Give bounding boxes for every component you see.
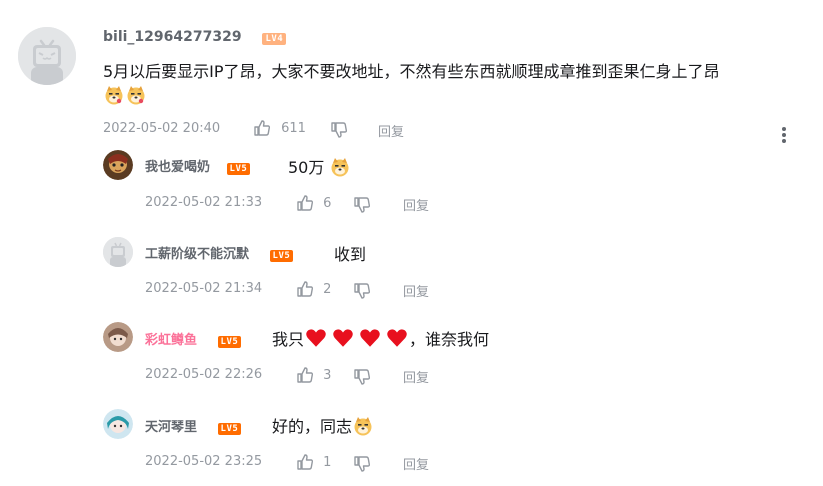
- reply-timestamp: 2022-05-02 21:33: [145, 195, 263, 210]
- heart-icon: [304, 329, 328, 349]
- doge-emoji-icon: [126, 85, 146, 105]
- reply-avatar[interactable]: [103, 150, 133, 180]
- level-badge: LV5: [217, 423, 242, 435]
- thumbs-up-icon: [297, 453, 314, 470]
- dislike-button[interactable]: [353, 366, 371, 386]
- thumbs-up-icon: [297, 280, 314, 297]
- reply-text: 我只 ，谁奈我何: [272, 326, 489, 350]
- reply-avatar[interactable]: [103, 322, 133, 352]
- like-button[interactable]: 6: [296, 192, 331, 212]
- level-badge: LV5: [217, 336, 242, 348]
- reply-username[interactable]: 工薪阶级不能沉默 LV5: [145, 243, 294, 262]
- dislike-button[interactable]: [353, 453, 371, 473]
- thumbs-down-icon: [331, 121, 348, 138]
- like-button[interactable]: 3: [296, 364, 331, 384]
- reply-timestamp: 2022-05-02 21:34: [145, 281, 263, 296]
- reply-timestamp: 2022-05-02 23:25: [145, 454, 263, 469]
- like-count: 3: [323, 368, 332, 383]
- thumbs-down-icon: [354, 368, 371, 385]
- reply-text: 收到: [334, 245, 367, 264]
- reply-username-text[interactable]: 我也爱喝奶: [145, 160, 210, 175]
- heart-icon: [355, 329, 382, 349]
- reply-button[interactable]: 回复: [403, 367, 429, 386]
- reply-timestamp: 2022-05-02 22:26: [145, 367, 263, 382]
- more-options-icon[interactable]: [777, 125, 791, 147]
- reply-text: 好的，同志: [272, 413, 374, 437]
- main-timestamp: 2022-05-02 20:40: [103, 121, 221, 136]
- level-badge: LV4: [262, 33, 287, 45]
- reply-button[interactable]: 回复: [378, 121, 404, 140]
- like-button[interactable]: 1: [296, 451, 331, 471]
- heart-icon: [382, 329, 409, 349]
- reply-username-vip[interactable]: 彩虹鳟鱼 LV5: [145, 329, 242, 348]
- dislike-button[interactable]: [330, 119, 348, 139]
- thumbs-down-icon: [354, 455, 371, 472]
- doge-emoji-icon: [330, 157, 350, 177]
- like-button[interactable]: 2: [296, 278, 331, 298]
- thumbs-up-icon: [297, 194, 314, 211]
- reply-username-text[interactable]: 工薪阶级不能沉默: [145, 247, 249, 262]
- reply-text-body: ，谁奈我何: [409, 330, 490, 349]
- like-button[interactable]: 611: [253, 117, 306, 137]
- main-comment-text: 5月以后要显示IP了昂，大家不要改地址，不然有些东西就顺理成章推到歪果仁身上了昂: [103, 60, 793, 108]
- reply-avatar[interactable]: [103, 237, 133, 267]
- level-badge: LV5: [269, 250, 294, 262]
- reply-username[interactable]: 天河琴里 LV5: [145, 416, 242, 435]
- reply-text-body: 50万: [288, 158, 325, 177]
- main-username[interactable]: bili_12964277329 LV4: [103, 29, 287, 45]
- thumbs-down-icon: [354, 282, 371, 299]
- bilibili-tv-icon: [18, 27, 76, 85]
- doge-emoji-icon: [353, 416, 373, 436]
- reply-text-body: 好的，同志: [272, 417, 353, 436]
- reply-button[interactable]: 回复: [403, 454, 429, 473]
- reply-avatar[interactable]: [103, 409, 133, 439]
- thumbs-up-icon: [297, 366, 314, 383]
- like-count: 611: [281, 121, 306, 136]
- reply-text-body: 我只: [272, 330, 305, 349]
- main-username-text[interactable]: bili_12964277329: [103, 29, 242, 45]
- like-count: 1: [323, 455, 332, 470]
- heart-icon: [328, 329, 355, 349]
- main-avatar[interactable]: [18, 27, 76, 85]
- thumbs-down-icon: [354, 196, 371, 213]
- reply-username[interactable]: 我也爱喝奶 LV5: [145, 156, 251, 175]
- like-count: 6: [323, 196, 332, 211]
- dislike-button[interactable]: [353, 194, 371, 214]
- thumbs-up-icon: [254, 119, 271, 136]
- bilibili-tv-icon: [103, 237, 133, 267]
- reply-text: 50万: [288, 154, 351, 178]
- reply-button[interactable]: 回复: [403, 281, 429, 300]
- reply-username-text[interactable]: 天河琴里: [145, 420, 197, 435]
- main-comment-text-body: 5月以后要显示IP了昂，大家不要改地址，不然有些东西就顺理成章推到歪果仁身上了昂: [103, 62, 720, 81]
- level-badge: LV5: [226, 163, 251, 175]
- doge-emoji-icon: [104, 85, 124, 105]
- reply-username-text[interactable]: 彩虹鳟鱼: [145, 333, 197, 348]
- like-count: 2: [323, 282, 332, 297]
- reply-button[interactable]: 回复: [403, 195, 429, 214]
- dislike-button[interactable]: [353, 280, 371, 300]
